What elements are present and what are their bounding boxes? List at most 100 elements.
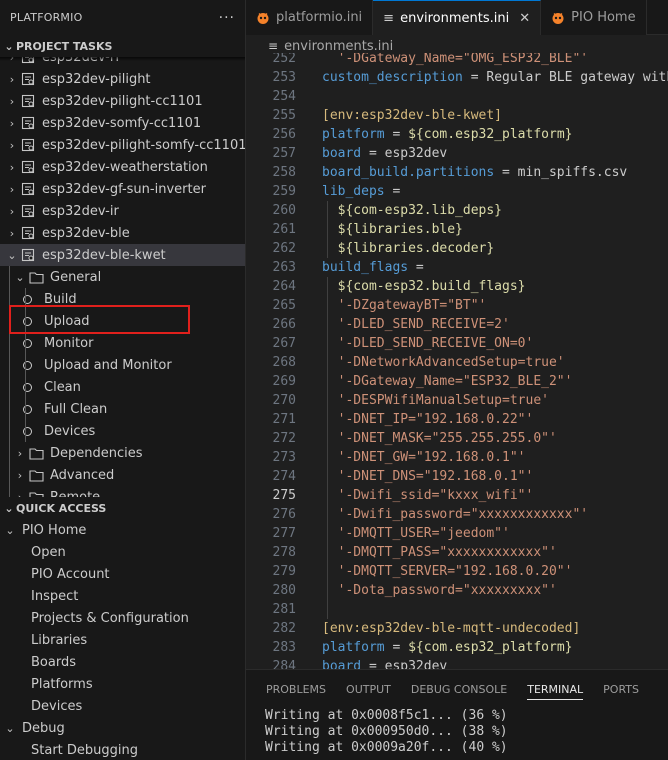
task-clean[interactable]: Clean — [0, 376, 245, 398]
quick-access-item[interactable]: PIO Account — [0, 563, 245, 585]
code-line[interactable]: 269 '-DGateway_Name="ESP32_BLE_2"' — [246, 372, 668, 391]
folder-icon — [28, 489, 44, 497]
quick-access-item[interactable]: Open — [0, 541, 245, 563]
code-line[interactable]: 255 [env:esp32dev-ble-kwet] — [246, 106, 668, 125]
subfolder-advanced[interactable]: › Advanced — [0, 464, 245, 486]
code-line[interactable]: 279 '-DMQTT_SERVER="192.168.0.20"' — [246, 562, 668, 581]
platformio-sidebar: PLATFORMIO ··· ⌄ PROJECT TASKS › esp32dev… — [0, 0, 246, 760]
panel-tab-terminal[interactable]: TERMINAL — [527, 670, 583, 708]
tab-platformio-ini[interactable]: platformio.ini — [246, 0, 374, 35]
general-folder[interactable]: ⌄ General — [0, 266, 245, 288]
subfolder-dependencies[interactable]: › Dependencies — [0, 442, 245, 464]
quick-access-item[interactable]: Boards — [0, 651, 245, 673]
code-line[interactable]: 262 ${libraries.decoder} — [246, 239, 668, 258]
env-item[interactable]: › esp32dev-ir — [0, 200, 245, 222]
env-item[interactable]: › esp32dev-somfy-cc1101 — [0, 112, 245, 134]
quick-access-item[interactable]: Libraries — [0, 629, 245, 651]
code-line[interactable]: 277 '-DMQTT_USER="jeedom"' — [246, 524, 668, 543]
code-line[interactable]: 252 '-DGateway_Name="OMG_ESP32_BLE"' — [246, 53, 668, 68]
env-item[interactable]: ⌄ esp32dev-ble-kwet — [0, 244, 245, 266]
line-text: '-DGateway_Name="OMG_ESP32_BLE"' — [322, 53, 589, 66]
code-line[interactable]: 261 ${libraries.ble} — [246, 220, 668, 239]
close-icon[interactable]: ✕ — [519, 11, 530, 26]
code-line[interactable]: 253 custom_description = Regular BLE gate… — [246, 68, 668, 87]
code-line[interactable]: 257 board = esp32dev — [246, 144, 668, 163]
quick-access-header[interactable]: ⌄ QUICK ACCESS — [0, 497, 245, 519]
code-line[interactable]: 256 platform = ${com.esp32_platform} — [246, 125, 668, 144]
env-item[interactable]: › esp32dev-pilight-cc1101 — [0, 90, 245, 112]
code-line[interactable]: 281 — [246, 600, 668, 619]
code-line[interactable]: 271 '-DNET_IP="192.168.0.22"' — [246, 410, 668, 429]
panel-tab-output[interactable]: OUTPUT — [346, 670, 391, 708]
code-line[interactable]: 266 '-DLED_SEND_RECEIVE=2' — [246, 315, 668, 334]
code-line[interactable]: 283 platform = ${com.esp32_platform} — [246, 638, 668, 657]
line-number: 279 — [272, 564, 296, 579]
code-line[interactable]: 270 '-DESPWifiManualSetup=true' — [246, 391, 668, 410]
line-text: '-DNetworkAdvancedSetup=true' — [322, 355, 565, 370]
code-line[interactable]: 268 '-DNetworkAdvancedSetup=true' — [246, 353, 668, 372]
platformio-icon — [256, 11, 270, 25]
indent-guide — [25, 376, 26, 398]
chevron-right-icon: › — [9, 72, 15, 86]
panel-tab-debug-console[interactable]: DEBUG CONSOLE — [411, 670, 507, 708]
panel-tab-problems[interactable]: PROBLEMS — [266, 670, 326, 708]
tab-pio-home[interactable]: PIO Home — [541, 0, 647, 35]
task-devices[interactable]: Devices — [0, 420, 245, 442]
env-item[interactable]: › esp32dev-weatherstation — [0, 156, 245, 178]
code-line[interactable]: 263 build_flags = — [246, 258, 668, 277]
indent-guide — [25, 420, 26, 442]
code-line[interactable]: 258 board_build.partitions = min_spiffs.c… — [246, 163, 668, 182]
code-line[interactable]: 284 board = esp32dev — [246, 657, 668, 669]
code-line[interactable]: 267 '-DLED_SEND_RECEIVE_ON=0' — [246, 334, 668, 353]
code-line[interactable]: 276 '-Dwifi_password="xxxxxxxxxxxx"' — [246, 505, 668, 524]
chevron-down-icon: ⌄ — [4, 39, 14, 53]
quick-access-item[interactable]: Start Debugging — [0, 739, 245, 760]
task-upload-and-monitor[interactable]: Upload and Monitor — [0, 354, 245, 376]
code-editor[interactable]: 252 '-DGateway_Name="OMG_ESP32_BLE"' 253 c… — [246, 53, 668, 669]
code-line[interactable]: 265 '-DZgatewayBT="BT"' — [246, 296, 668, 315]
chevron-down-icon: ⌄ — [7, 248, 17, 262]
code-line[interactable]: 273 '-DNET_GW="192.168.0.1"' — [246, 448, 668, 467]
code-line[interactable]: 272 '-DNET_MASK="255.255.255.0"' — [246, 429, 668, 448]
environment-icon — [20, 203, 36, 219]
task-full-clean[interactable]: Full Clean — [0, 398, 245, 420]
breadcrumb-file[interactable]: environments.ini — [284, 39, 393, 54]
line-number: 252 — [272, 53, 296, 66]
debug-group[interactable]: ⌄ Debug — [0, 717, 245, 739]
chevron-right-icon: › — [17, 446, 23, 460]
panel-tab-ports[interactable]: PORTS — [603, 670, 639, 708]
pio-home-group[interactable]: ⌄ PIO Home — [0, 519, 245, 541]
code-line[interactable]: 278 '-DMQTT_PASS="xxxxxxxxxxxx"' — [246, 543, 668, 562]
task-monitor[interactable]: Monitor — [0, 332, 245, 354]
project-tasks-header[interactable]: ⌄ PROJECT TASKS — [0, 35, 245, 57]
task-label: Devices — [44, 423, 96, 439]
code-line[interactable]: 275 '-Dwifi_ssid="kxxx_wifi"' — [246, 486, 668, 505]
env-item[interactable]: › esp32dev-gf-sun-inverter — [0, 178, 245, 200]
code-line[interactable]: 264 ${com-esp32.build_flags} — [246, 277, 668, 296]
debug-group-label: Debug — [22, 720, 65, 736]
code-line[interactable]: 260 ${com-esp32.lib_deps} — [246, 201, 668, 220]
terminal-output[interactable]: Writing at 0x0008f5c1... (36 %) Writing a… — [246, 708, 668, 756]
quick-access-item[interactable]: Platforms — [0, 673, 245, 695]
quick-access-item[interactable]: Projects & Configuration — [0, 607, 245, 629]
line-text: '-DMQTT_USER="jeedom"' — [322, 526, 510, 541]
code-line[interactable]: 280 '-Dota_password="xxxxxxxxx"' — [246, 581, 668, 600]
code-line[interactable]: 274 '-DNET_DNS="192.168.0.1"' — [246, 467, 668, 486]
quick-access-item[interactable]: Devices — [0, 695, 245, 717]
platformio-icon — [551, 11, 565, 25]
code-line[interactable]: 259 lib_deps = — [246, 182, 668, 201]
tab-environments-ini[interactable]: ≡ environments.ini ✕ — [373, 0, 542, 35]
line-text: '-DNET_IP="192.168.0.22"' — [322, 412, 534, 427]
line-number: 282 — [272, 621, 296, 636]
code-line[interactable]: 282 [env:esp32dev-ble-mqtt-undecoded] — [246, 619, 668, 638]
line-number: 277 — [272, 526, 296, 541]
env-item[interactable]: › esp32dev-ble — [0, 222, 245, 244]
code-line[interactable]: 254 — [246, 87, 668, 106]
more-actions-icon[interactable]: ··· — [219, 10, 235, 26]
env-item[interactable]: › esp32dev-pilight — [0, 68, 245, 90]
indent-guide — [25, 354, 26, 376]
env-item[interactable]: › esp32dev-pilight-somfy-cc1101 — [0, 134, 245, 156]
chevron-down-icon: ⌄ — [15, 270, 25, 284]
quick-access-item[interactable]: Inspect — [0, 585, 245, 607]
subfolder-remote[interactable]: › Remote — [0, 486, 245, 497]
